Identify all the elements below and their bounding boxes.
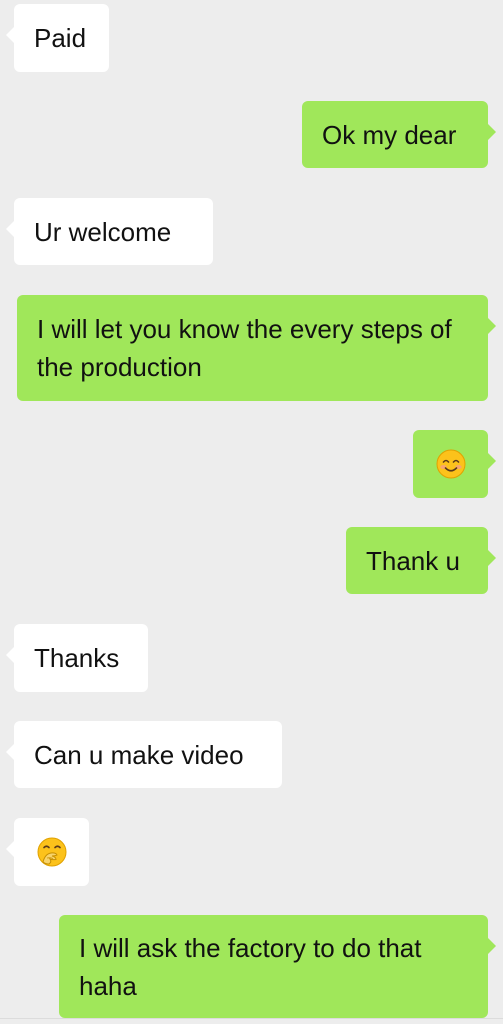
message-text: Thank u xyxy=(366,545,460,576)
message-text: I will let you know the every steps of t… xyxy=(37,314,452,382)
message-bubble-incoming[interactable] xyxy=(6,818,89,886)
message-bubble-outgoing[interactable]: I will ask the factory to do that haha xyxy=(59,915,496,1018)
message-text: Paid xyxy=(34,23,87,53)
message-bubble-incoming[interactable]: Can u make video xyxy=(6,721,282,788)
divider xyxy=(0,1018,503,1019)
message-text: Thanks xyxy=(34,643,120,673)
message-bubble-incoming[interactable]: Paid xyxy=(6,4,109,72)
message-text: Ur welcome xyxy=(34,216,172,247)
message-bubble-outgoing[interactable]: Thank u xyxy=(346,527,496,594)
message-bubble-outgoing[interactable]: Ok my dear xyxy=(302,101,496,168)
message-bubble-outgoing[interactable]: I will let you know the every steps of t… xyxy=(17,295,496,401)
message-bubble-incoming[interactable]: Thanks xyxy=(6,624,148,692)
message-bubble-incoming[interactable]: Ur welcome xyxy=(6,198,213,265)
message-text: Can u make video xyxy=(34,739,244,770)
message-bubble-outgoing[interactable] xyxy=(413,430,496,498)
hand-over-mouth-emoji xyxy=(37,837,66,867)
chat-conversation: Paid Ok my dear Ur welcome I will let yo… xyxy=(0,0,503,1024)
smiling-face-emoji xyxy=(436,449,465,479)
message-text: Ok my dear xyxy=(322,119,457,150)
message-text: I will ask the factory to do that haha xyxy=(79,932,422,1001)
